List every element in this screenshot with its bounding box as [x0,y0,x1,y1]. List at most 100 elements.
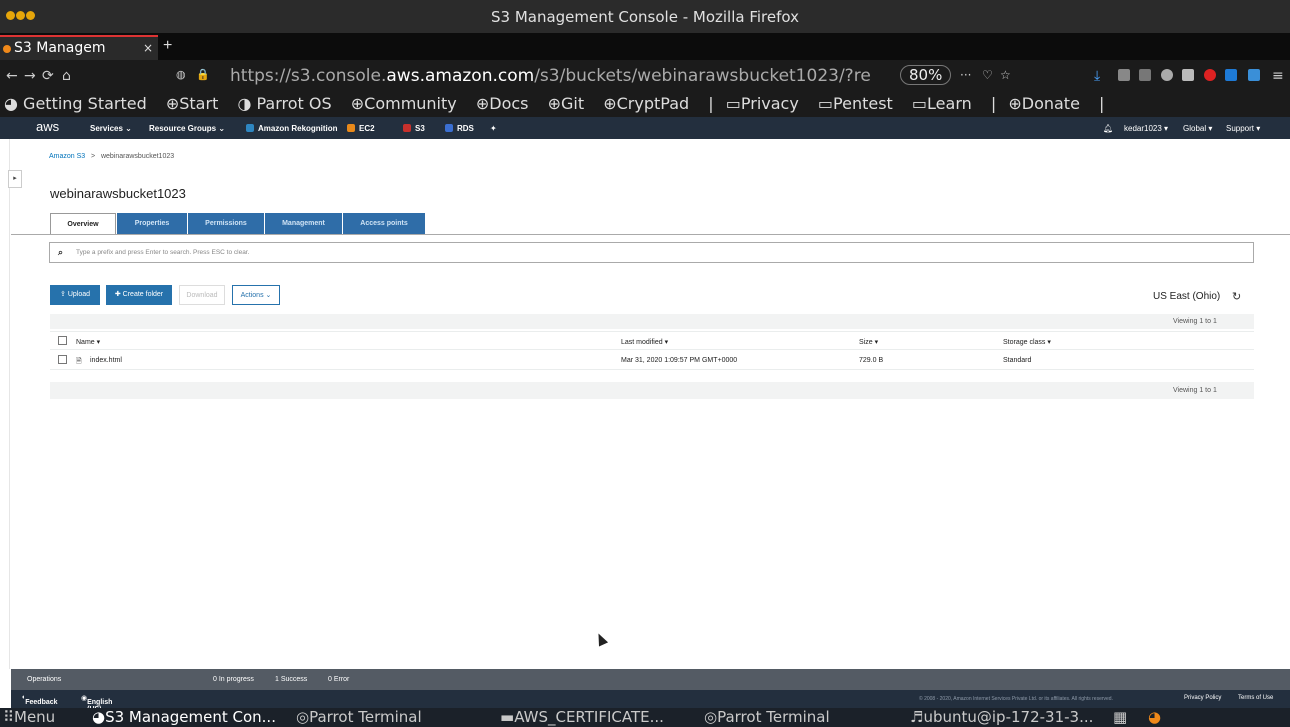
tab-permissions[interactable]: Permissions [188,213,264,234]
url-bar[interactable]: ◍ 🔒 https://s3.console.aws.amazon.com/s3… [170,63,1024,90]
rds-shortcut[interactable]: RDS [445,124,474,133]
reload-icon[interactable]: ⟳ [42,68,54,84]
bookmark-getting-started[interactable]: ◕ Getting Started [4,94,154,113]
new-tab-icon[interactable]: + [163,37,172,55]
rekognition-shortcut[interactable]: Amazon Rekognition [246,124,338,133]
url-text[interactable]: https://s3.console.aws.amazon.com/s3/buc… [230,66,870,86]
breadcrumb-separator: > [91,153,96,160]
s3-shortcut[interactable]: S3 [403,124,425,133]
column-last-modified[interactable]: Last modified ▾ [621,338,668,346]
pocket-icon[interactable]: ♡ [982,68,993,82]
ec2-shortcut[interactable]: EC2 [347,124,375,133]
firefox-tray-icon[interactable]: ◕ [1148,708,1161,726]
taskbar-item-terminal[interactable]: ◎ Parrot Terminal [296,708,422,726]
select-all-checkbox[interactable] [58,336,67,345]
bookmark-star-icon[interactable]: ☆ [1000,68,1011,82]
bookmark-folder-learn[interactable]: ▭Learn [912,94,979,113]
forward-icon[interactable]: → [24,68,36,84]
extension-icon[interactable] [1248,69,1260,81]
bookmark-start[interactable]: ⊕Start [166,94,226,113]
ublock-icon[interactable] [1204,69,1216,81]
table-row[interactable]: 🗎︎ index.html Mar 31, 2020 1:09:57 PM GM… [50,351,1254,370]
tab-properties[interactable]: Properties [117,213,187,234]
rds-icon [445,124,453,132]
pin-icon[interactable]: ✦ [490,124,497,133]
main-content: ▸ Amazon S3 > webinarawsbucket1023 webin… [0,139,1290,669]
language-selector[interactable]: ◉ English (US) [81,694,112,713]
extension-icon[interactable] [1225,69,1237,81]
expand-panel-icon[interactable]: ▸ [8,170,22,188]
services-menu[interactable]: Services ⌄ [90,124,132,133]
region-menu[interactable]: Global ▾ [1183,124,1212,133]
tab-divider [11,234,1290,235]
table-header: Name ▾ Last modified ▾ Size ▾ Storage cl… [50,331,1254,350]
upload-button[interactable]: ⇪ Upload [50,285,100,305]
os-taskbar: ⠿ Menu ◕ S3 Management Con... ◎ Parrot T… [0,708,1290,727]
sidebar-icon[interactable] [1139,69,1151,81]
s3-icon [403,124,411,132]
bookmark-cryptpad[interactable]: ⊕CryptPad [603,94,696,113]
zoom-level[interactable]: 80% [900,65,952,85]
column-storage-class[interactable]: Storage class ▾ [1003,338,1051,346]
search-input[interactable]: ⌕ Type a prefix and press Enter to searc… [49,242,1254,263]
object-name[interactable]: index.html [90,357,122,364]
bookmark-docs[interactable]: ⊕Docs [476,94,536,113]
tab-access-points[interactable]: Access points [343,213,425,234]
page-title: webinarawsbucket1023 [50,186,186,201]
extension-icon[interactable] [1161,69,1173,81]
bookmark-community[interactable]: ⊕Community [351,94,464,113]
aws-logo[interactable]: aws [36,119,59,134]
terms-of-use-link[interactable]: Terms of Use [1238,695,1273,701]
actions-dropdown[interactable]: Actions ⌄ [232,285,280,305]
object-size: 729.0 B [859,357,884,364]
bookmark-git[interactable]: ⊕Git [548,94,592,113]
bookmark-folder-pentest[interactable]: ▭Pentest [818,94,900,113]
browser-tab[interactable]: S3 Managem × [0,35,158,60]
refresh-icon[interactable]: ↻ [1232,290,1241,303]
taskbar-item-firefox[interactable]: ◕ S3 Management Con... [92,708,276,726]
taskbar-item-ssh[interactable]: ♬ ubuntu@ip-172-31-3... [910,708,1093,726]
window-titlebar: S3 Management Console - Mozilla Firefox [0,0,1290,33]
taskbar-item-folder[interactable]: ▬ AWS_CERTIFICATE... [500,708,664,726]
bell-icon[interactable]: 🔔︎ [1103,124,1113,133]
bookmark-parrot-os[interactable]: ◑ Parrot OS [237,94,338,113]
menu-icon[interactable]: ≡ [1272,68,1284,84]
tab-overview[interactable]: Overview [50,213,116,235]
page-actions-icon[interactable]: ··· [960,68,971,82]
breadcrumb: Amazon S3 > webinarawsbucket1023 [49,153,174,160]
tray-icon[interactable]: ▦ [1113,708,1127,726]
feedback-link[interactable]: ◖ Feedback [21,694,58,706]
library-icon[interactable] [1118,69,1130,81]
file-icon: 🗎︎ [76,358,82,365]
window-title: S3 Management Console - Mozilla Firefox [490,8,799,26]
support-menu[interactable]: Support ▾ [1226,124,1260,133]
lock-icon[interactable]: 🔒 [196,68,210,81]
operations-bar[interactable]: Operations 0 In progress 1 Success 0 Err… [11,669,1290,690]
download-button[interactable]: Download [179,285,225,305]
row-checkbox[interactable] [58,355,67,364]
bookmark-separator: | [990,94,997,113]
bookmark-donate[interactable]: ⊕Donate [1008,94,1087,113]
shield-icon[interactable]: ◍ [176,68,186,81]
object-last-modified: Mar 31, 2020 1:09:57 PM GMT+0000 [621,357,738,364]
taskbar-item-terminal-2[interactable]: ◎ Parrot Terminal [704,708,830,726]
downloads-icon[interactable]: ⤓ [1094,68,1100,84]
account-menu[interactable]: kedar1023 ▾ [1124,124,1168,133]
tab-management[interactable]: Management [265,213,342,234]
breadcrumb-current: webinarawsbucket1023 [100,153,175,160]
left-panel-strip [0,139,10,669]
back-icon[interactable]: ← [6,68,18,84]
extension-icon[interactable] [1182,69,1194,81]
bookmark-folder-privacy[interactable]: ▭Privacy [726,94,806,113]
create-folder-button[interactable]: ✚ Create folder [106,285,172,305]
column-name[interactable]: Name ▾ [76,338,100,346]
tab-close-icon[interactable]: × [143,41,153,55]
privacy-policy-link[interactable]: Privacy Policy [1184,695,1221,701]
browser-tab-strip: S3 Managem × + [0,33,1290,60]
menu-button[interactable]: ⠿ Menu [3,708,55,726]
home-icon[interactable]: ⌂ [62,68,71,84]
mouse-cursor-icon [593,631,609,647]
column-size[interactable]: Size ▾ [859,338,878,346]
resource-groups-menu[interactable]: Resource Groups ⌄ [149,124,225,133]
breadcrumb-amazon-s3[interactable]: Amazon S3 [49,153,85,160]
